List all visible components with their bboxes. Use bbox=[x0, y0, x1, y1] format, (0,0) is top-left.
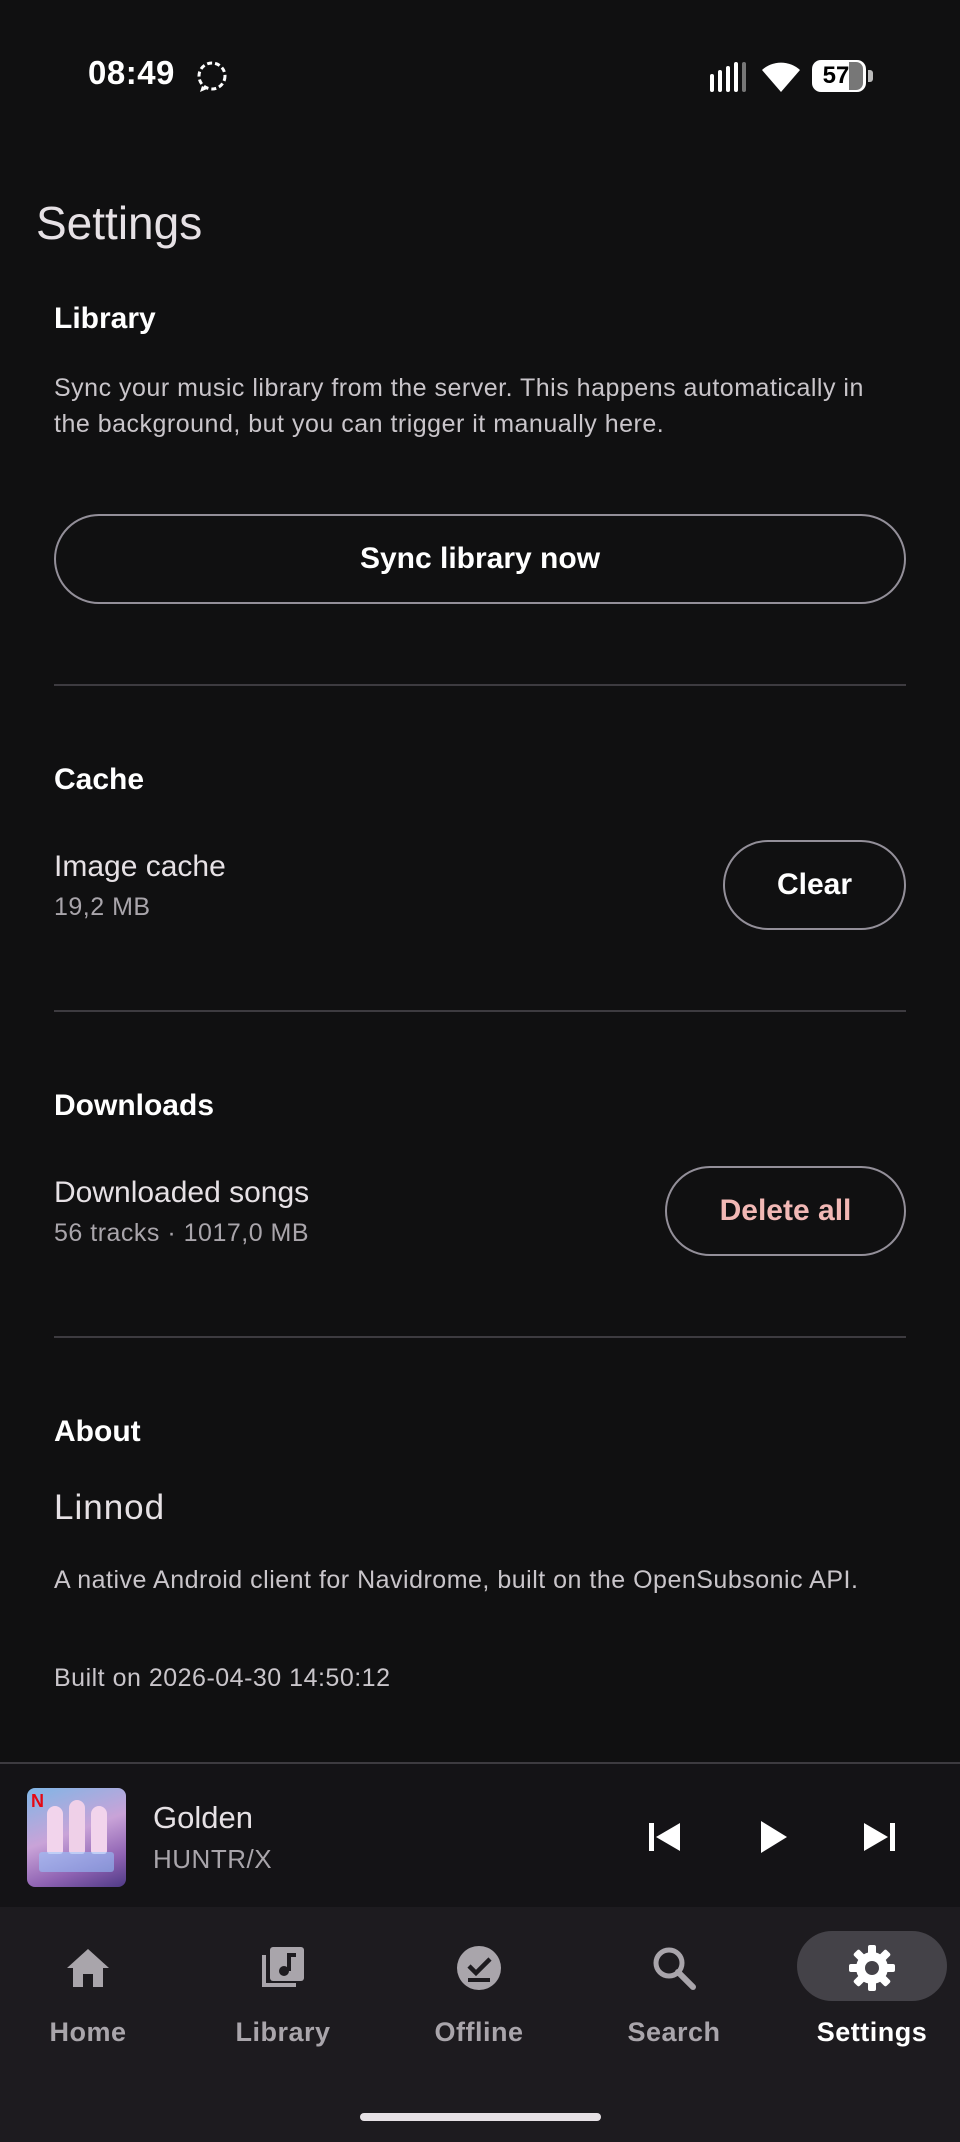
library-description: Sync your music library from the server.… bbox=[54, 374, 864, 438]
divider bbox=[54, 684, 906, 686]
app-description: A native Android client for Navidrome, b… bbox=[54, 1566, 859, 1594]
nav-item-home[interactable]: Home bbox=[13, 1931, 163, 2051]
clear-cache-button[interactable]: Clear bbox=[723, 840, 906, 930]
nav-label-home: Home bbox=[49, 2017, 127, 2047]
wifi-icon bbox=[762, 62, 800, 92]
chat-bubble-icon bbox=[197, 61, 227, 92]
divider bbox=[54, 1010, 906, 1012]
netflix-badge: N bbox=[31, 1791, 44, 1811]
skip-previous-icon[interactable] bbox=[636, 1809, 692, 1865]
nav-item-search[interactable]: Search bbox=[599, 1931, 749, 2051]
downloads-section-title: Downloads bbox=[54, 1089, 215, 1122]
offline-check-icon bbox=[457, 1946, 501, 1990]
search-icon bbox=[653, 1947, 696, 1990]
nav-label-search: Search bbox=[627, 2017, 721, 2047]
battery-level: 57 bbox=[822, 62, 850, 89]
downloaded-songs-summary: 56 tracks · 1017,0 MB bbox=[54, 1219, 310, 1247]
image-cache-label: Image cache bbox=[54, 850, 226, 883]
signal-icon bbox=[710, 62, 746, 92]
build-info: Built on 2026-04-30 14:50:12 bbox=[54, 1664, 391, 1692]
album-art[interactable]: N bbox=[27, 1788, 126, 1887]
mini-player[interactable]: N Golden HUNTR/X bbox=[0, 1762, 960, 1909]
nav-label-library: Library bbox=[235, 2017, 331, 2047]
battery-icon: 57 bbox=[812, 60, 873, 92]
bottom-navigation: Home Library Offline Search Settings bbox=[0, 1907, 960, 2142]
image-cache-size: 19,2 MB bbox=[54, 893, 151, 921]
nav-label-offline: Offline bbox=[434, 2017, 524, 2047]
library-section-title: Library bbox=[54, 302, 156, 335]
cache-section-title: Cache bbox=[54, 763, 145, 796]
nav-item-library[interactable]: Library bbox=[208, 1931, 358, 2051]
play-icon[interactable] bbox=[744, 1809, 800, 1865]
nav-item-offline[interactable]: Offline bbox=[404, 1931, 554, 2051]
divider bbox=[54, 1336, 906, 1338]
about-section-title: About bbox=[54, 1415, 141, 1448]
gesture-bar bbox=[360, 2113, 601, 2121]
skip-next-icon[interactable] bbox=[852, 1809, 908, 1865]
downloaded-songs-label: Downloaded songs bbox=[54, 1176, 310, 1209]
track-artist: HUNTR/X bbox=[153, 1844, 273, 1874]
status-bar: 08:49 57 bbox=[0, 0, 960, 150]
home-icon bbox=[67, 1949, 109, 1987]
track-title: Golden bbox=[153, 1800, 253, 1835]
app-name: Linnod bbox=[54, 1488, 166, 1527]
gear-icon bbox=[849, 1945, 895, 1991]
status-time: 08:49 bbox=[88, 54, 175, 91]
delete-all-downloads-button[interactable]: Delete all bbox=[665, 1166, 906, 1256]
sync-library-button[interactable]: Sync library now bbox=[54, 514, 906, 604]
nav-item-settings[interactable]: Settings bbox=[797, 1931, 947, 2051]
library-music-icon bbox=[262, 1947, 304, 1987]
nav-label-settings: Settings bbox=[816, 2017, 928, 2047]
page-title: Settings bbox=[36, 197, 203, 249]
